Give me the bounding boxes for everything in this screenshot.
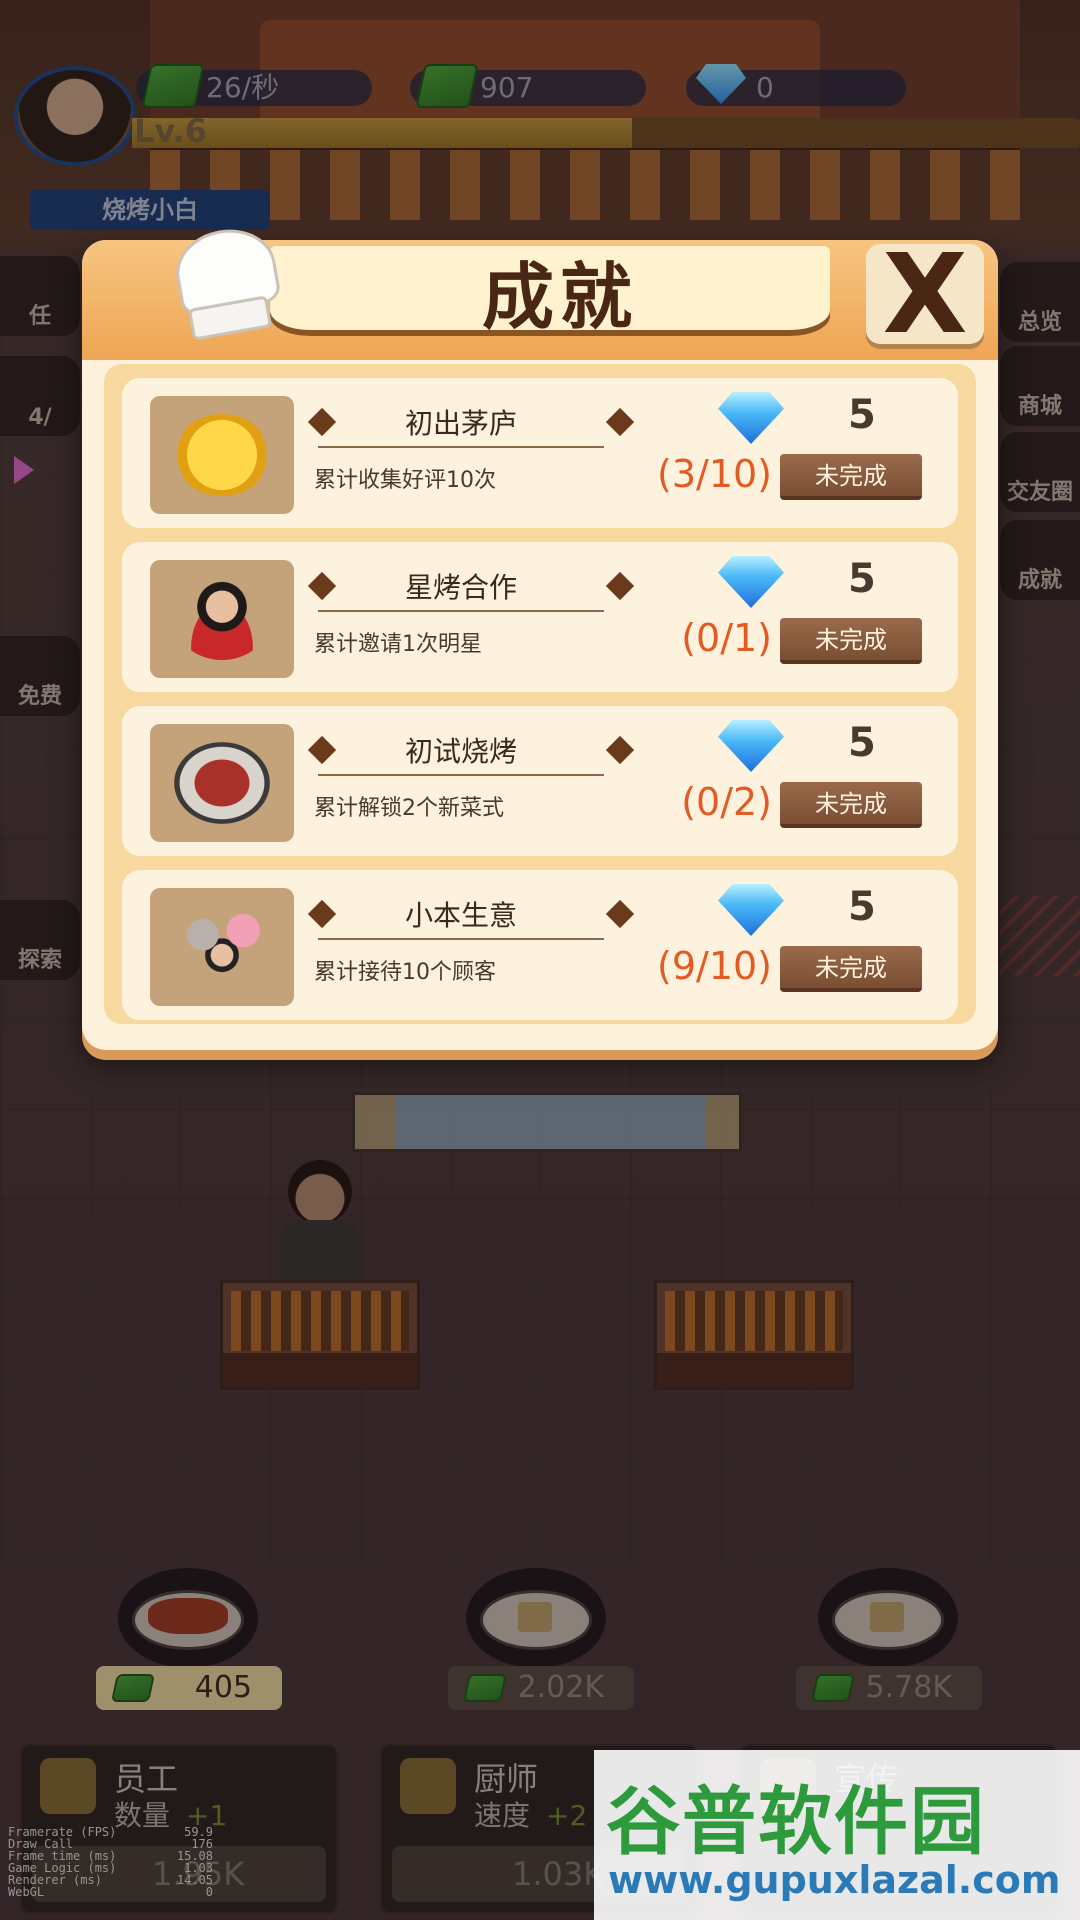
watermark-brand: 谷普软件园	[606, 1779, 986, 1865]
achievement-desc: 累计接待10个顾客	[314, 960, 496, 985]
status-button[interactable]: 未完成	[780, 946, 922, 992]
diamond-icon	[718, 392, 784, 444]
achievement-progress: (0/2)	[681, 780, 772, 824]
diamond-icon	[718, 556, 784, 608]
achievement-name: 初出茅庐	[318, 402, 604, 448]
status-button[interactable]: 未完成	[780, 618, 922, 664]
achievement-progress: (9/10)	[657, 944, 772, 988]
diamond-icon	[718, 884, 784, 936]
status-button[interactable]: 未完成	[780, 454, 922, 500]
customers-icon	[174, 906, 270, 988]
achievement-progress: (0/1)	[681, 616, 772, 660]
achievement-desc: 累计解锁2个新菜式	[314, 796, 504, 821]
achievement-thumb	[150, 724, 294, 842]
close-icon: X	[882, 230, 968, 358]
achievement-name: 初试烧烤	[318, 730, 604, 776]
diamond-bullet-icon	[605, 735, 635, 765]
achievement-desc: 累计收集好评10次	[314, 468, 496, 493]
diamond-bullet-icon	[605, 571, 635, 601]
diamond-bullet-icon	[605, 899, 635, 929]
close-button[interactable]: X	[866, 230, 984, 358]
achievement-thumb	[150, 560, 294, 678]
reward-amount: 5	[848, 392, 876, 438]
status-button[interactable]: 未完成	[780, 782, 922, 828]
reward-amount: 5	[848, 884, 876, 930]
achievement-thumb	[150, 396, 294, 514]
watermark-url: www.gupuxlazal.com	[608, 1858, 1061, 1902]
diamond-bullet-icon	[605, 407, 635, 437]
thumbs-up-icon	[174, 414, 270, 496]
bbq-plate-icon	[174, 742, 270, 824]
achievement-card: 初试烧烤 累计解锁2个新菜式 5 (0/2) 未完成	[122, 706, 958, 856]
reward-amount: 5	[848, 556, 876, 602]
achievement-desc: 累计邀请1次明星	[314, 632, 482, 657]
chef-hat-icon	[168, 221, 288, 344]
achievement-progress: (3/10)	[657, 452, 772, 496]
diamond-icon	[718, 720, 784, 772]
achievement-name: 小本生意	[318, 894, 604, 940]
celebrity-icon	[174, 578, 270, 660]
achievement-card: 初出茅庐 累计收集好评10次 5 (3/10) 未完成	[122, 378, 958, 528]
achievement-card: 小本生意 累计接待10个顾客 5 (9/10) 未完成	[122, 870, 958, 1020]
reward-amount: 5	[848, 720, 876, 766]
modal-title: 成就	[481, 254, 638, 339]
achievement-card: 星烤合作 累计邀请1次明星 5 (0/1) 未完成	[122, 542, 958, 692]
achievement-name: 星烤合作	[318, 566, 604, 612]
achievement-thumb	[150, 888, 294, 1006]
